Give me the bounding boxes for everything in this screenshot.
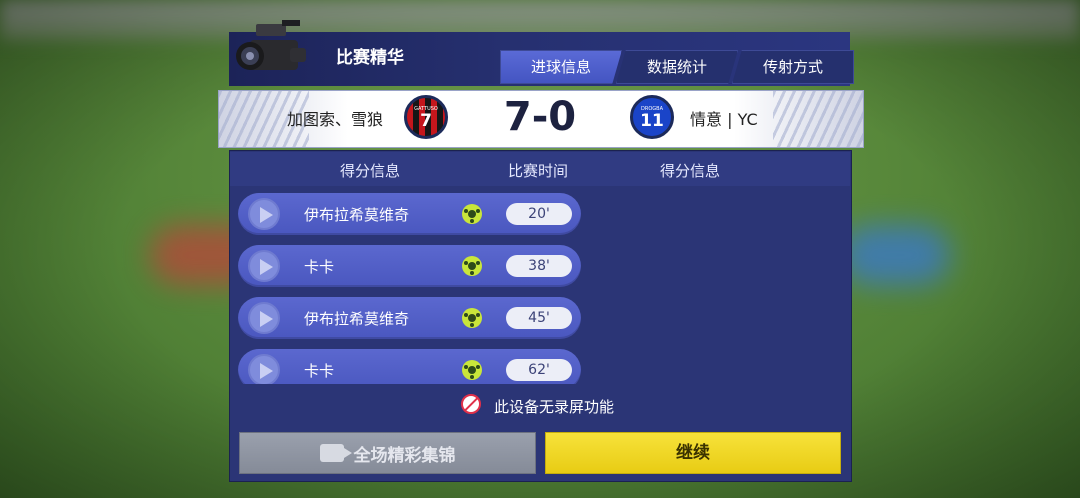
- goal-player: 卡卡: [304, 362, 335, 380]
- tab-statistics[interactable]: 数据统计: [616, 50, 738, 84]
- goal-player: 伊布拉希莫维奇: [304, 206, 410, 224]
- goal-list[interactable]: 伊布拉希莫维奇 20' 卡卡 38' 伊布拉希莫维奇 45' 卡卡 62': [238, 193, 583, 384]
- soccer-ball-icon: [462, 256, 482, 276]
- match-score: 7-0: [503, 94, 577, 140]
- goal-row[interactable]: 卡卡 62': [238, 349, 581, 384]
- full-highlights-label: 全场精彩集锦: [353, 445, 456, 466]
- full-highlights-button[interactable]: 全场精彩集锦: [239, 432, 536, 474]
- home-jersey-number: 7: [420, 111, 432, 131]
- away-jersey-number: 11: [640, 111, 664, 131]
- play-icon[interactable]: [248, 302, 280, 334]
- play-icon[interactable]: [248, 354, 280, 384]
- page-title: 比赛精华: [336, 48, 404, 68]
- tab-goal-info[interactable]: 进球信息: [500, 50, 622, 84]
- tab-bar: 进球信息 数据统计 传射方式: [500, 50, 854, 84]
- soccer-ball-icon: [462, 308, 482, 328]
- goal-player: 卡卡: [304, 258, 335, 276]
- away-team-name: 情意 | YC: [690, 110, 758, 129]
- play-icon[interactable]: [248, 250, 280, 282]
- column-header-scoring-right: 得分信息: [660, 162, 721, 180]
- no-record-icon: [461, 394, 481, 414]
- goal-time: 20': [506, 203, 572, 225]
- goal-time: 38': [506, 255, 572, 277]
- column-header-match-time: 比赛时间: [508, 162, 569, 180]
- camera-icon: [236, 20, 306, 70]
- goal-player: 伊布拉希莫维奇: [304, 310, 410, 328]
- play-icon[interactable]: [248, 198, 280, 230]
- home-jersey-icon: GATTUSO 7: [404, 95, 448, 139]
- goal-row[interactable]: 伊布拉希莫维奇 20': [238, 193, 581, 235]
- tab-assist-method[interactable]: 传射方式: [732, 50, 854, 84]
- continue-button[interactable]: 继续: [545, 432, 841, 474]
- home-team-name: 加图索、雪狼: [287, 110, 384, 129]
- column-header-scoring-left: 得分信息: [340, 162, 401, 180]
- goal-time: 62': [506, 359, 572, 381]
- soccer-ball-icon: [462, 204, 482, 224]
- goal-row[interactable]: 伊布拉希莫维奇 45': [238, 297, 581, 339]
- goal-time: 45': [506, 307, 572, 329]
- soccer-ball-icon: [462, 360, 482, 380]
- away-jersey-icon: DROGBA 11: [630, 95, 674, 139]
- goal-row[interactable]: 卡卡 38': [238, 245, 581, 287]
- no-record-notice: 此设备无录屏功能: [494, 398, 615, 416]
- video-camera-icon: [319, 444, 352, 462]
- score-bar-stripes-right: [773, 91, 863, 147]
